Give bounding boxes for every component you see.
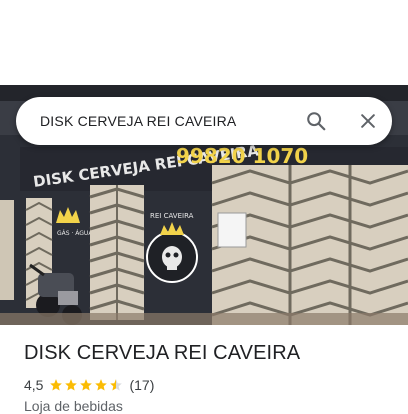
place-name: DISK CERVEJA REI CAVEIRA [24, 342, 301, 364]
rating-value: 4,5 [24, 377, 44, 393]
phone-text: 99820 1070 [176, 144, 308, 168]
logo-text: REI CAVEIRA [150, 212, 194, 220]
star-icon [95, 379, 108, 391]
star-icon [80, 379, 93, 391]
search-icon[interactable] [302, 107, 330, 135]
search-input[interactable]: DISK CERVEJA REI CAVEIRA [40, 97, 236, 145]
star-icon [65, 379, 78, 391]
review-count[interactable]: (17) [129, 377, 154, 393]
rating-stars [49, 378, 124, 392]
rating-row[interactable]: 4,5 (17) [24, 376, 154, 394]
half-star-icon [110, 379, 123, 391]
star-icon [50, 379, 63, 391]
close-icon[interactable] [354, 107, 382, 135]
search-bar[interactable]: DISK CERVEJA REI CAVEIRA [16, 97, 392, 145]
top-blank-area [0, 0, 408, 85]
place-category: Loja de bebidas [24, 398, 123, 414]
